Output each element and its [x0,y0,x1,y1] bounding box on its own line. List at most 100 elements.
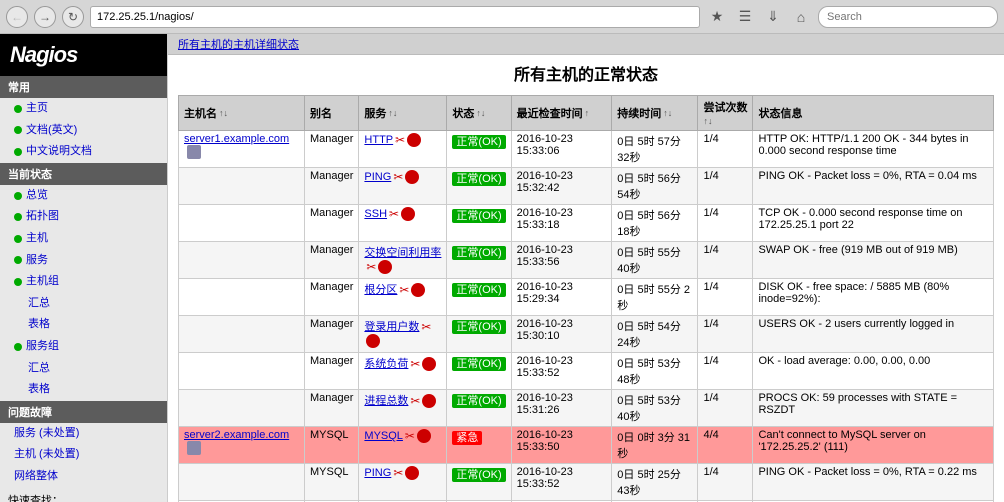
time-cell: 2016-10-23 15:29:34 [511,279,612,316]
service-link[interactable]: SSH [364,208,387,220]
sidebar-item-overview[interactable]: 总览 [0,185,167,207]
time-cell: 2016-10-23 15:33:18 [511,205,612,242]
time-cell: 2016-10-23 15:33:06 [511,131,612,168]
duration-cell: 0日 5时 55分 40秒 [612,242,698,279]
attempts-cell: 1/4 [698,205,753,242]
status-cell: 正常(OK) [447,390,511,427]
col-service[interactable]: 服务 ↑↓ [359,96,447,131]
host-icon [187,441,201,455]
service-link[interactable]: MYSQL [364,430,403,442]
col-alias: 别名 [304,96,358,131]
info-cell: PROCS OK: 59 processes with STATE = RSZD… [753,390,994,427]
tool-icon: ✂ [410,394,420,408]
tool-icon: ✂ [395,133,405,147]
host-link[interactable]: server1.example.com [184,133,289,145]
status-cell: 正常(OK) [447,464,511,501]
sidebar-item-host-problems[interactable]: 主机 (未处置) [0,444,167,466]
sidebar-item-docs-en[interactable]: 文档(英文) [0,120,167,142]
col-status[interactable]: 状态 ↑↓ [447,96,511,131]
service-link[interactable]: PING [364,467,391,479]
service-link[interactable]: 登录用户数 [364,321,419,333]
col-duration[interactable]: 持续时间 ↑↓ [612,96,698,131]
service-link[interactable]: 进程总数 [364,395,408,407]
sidebar-item-hosts[interactable]: 主机 [0,228,167,250]
sidebar-item-servicegroup-table[interactable]: 表格 [0,379,167,401]
sidebar-item-network[interactable]: 网络整体 [0,466,167,488]
page-header-bar: 所有主机的主机详细状态 [168,34,1004,55]
alias-cell: MYSQL [304,427,358,464]
status-cell: 正常(OK) [447,168,511,205]
service-link[interactable]: PING [364,171,391,183]
host-cell [179,168,305,205]
info-cell: Can't connect to MySQL server on '172.25… [753,427,994,464]
sidebar-item-servicegroups[interactable]: 服务组 [0,336,167,358]
sidebar-item-docs-cn[interactable]: 中文说明文档 [0,141,167,163]
nagios-logo: Nagios [0,34,167,76]
col-last-check[interactable]: 最近检查时间 ↑ [511,96,612,131]
host-cell [179,353,305,390]
tool-icon: ✂ [399,283,409,297]
service-link[interactable]: 交换空间利用率 [364,247,441,259]
sidebar-item-service-problems[interactable]: 服务 (未处置) [0,423,167,445]
table-row: MYSQLPING✂正常(OK)2016-10-23 15:33:520日 5时… [179,464,994,501]
back-button[interactable]: ← [6,6,28,28]
bookmark-button[interactable]: ★ [706,6,728,28]
host-link[interactable]: server2.example.com [184,429,289,441]
status-icon [405,466,419,480]
time-cell: 2016-10-23 15:33:50 [511,427,612,464]
sidebar-item-topology[interactable]: 拓扑图 [0,206,167,228]
table-row: Manager交换空间利用率✂正常(OK)2016-10-23 15:33:56… [179,242,994,279]
service-cell: HTTP✂ [359,131,447,168]
sidebar-item-hostgroup-table[interactable]: 表格 [0,314,167,336]
status-dot [14,126,22,134]
sidebar-item-label: 服务 [26,252,48,270]
status-badge: 紧急 [452,431,482,445]
table-row: Manager根分区✂正常(OK)2016-10-23 15:29:340日 5… [179,279,994,316]
status-cell: 正常(OK) [447,131,511,168]
sidebar-item-label: 主机 [26,230,48,248]
tool-icon: ✂ [393,170,403,184]
status-cell: 紧急 [447,427,511,464]
sidebar-item-home[interactable]: 主页 [0,98,167,120]
tool-icon: ✂ [393,466,403,480]
status-icon [378,260,392,274]
duration-cell: 0日 5时 53分 48秒 [612,353,698,390]
reader-button[interactable]: ☰ [734,6,756,28]
status-cell: 正常(OK) [447,242,511,279]
home-button[interactable]: ⌂ [790,6,812,28]
download-button[interactable]: ⇓ [762,6,784,28]
attempts-cell: 1/4 [698,242,753,279]
tool-icon: ✂ [405,429,415,443]
status-badge: 正常(OK) [452,468,505,482]
service-link[interactable]: 系统负荷 [364,358,408,370]
attempts-cell: 1/4 [698,131,753,168]
search-input[interactable] [818,6,998,28]
col-hostname[interactable]: 主机名 ↑↓ [179,96,305,131]
host-detail-link[interactable]: 所有主机的主机详细状态 [178,39,299,51]
sidebar-item-label: 汇总 [28,360,50,378]
time-cell: 2016-10-23 15:33:52 [511,464,612,501]
sidebar: Nagios 常用 主页 文档(英文) 中文说明文档 当前状态 总览 拓扑图 主… [0,34,168,502]
info-cell: TCP OK - 0.000 second response time on 1… [753,205,994,242]
status-icon [411,283,425,297]
host-icon [187,145,201,159]
sidebar-item-hostgroup-summary[interactable]: 汇总 [0,293,167,315]
reload-button[interactable]: ↻ [62,6,84,28]
browser-chrome: ← → ↻ ★ ☰ ⇓ ⌂ [0,0,1004,34]
service-link[interactable]: HTTP [364,134,393,146]
forward-button[interactable]: → [34,6,56,28]
col-info: 状态信息 [753,96,994,131]
status-icon [401,207,415,221]
sidebar-item-servicegroup-summary[interactable]: 汇总 [0,358,167,380]
status-dot [14,278,22,286]
url-bar[interactable] [90,6,700,28]
service-cell: 系统负荷✂ [359,353,447,390]
sidebar-item-hostgroups[interactable]: 主机组 [0,271,167,293]
sidebar-item-services[interactable]: 服务 [0,250,167,272]
status-dot [14,343,22,351]
service-link[interactable]: 根分区 [364,284,397,296]
alias-cell: Manager [304,390,358,427]
sidebar-item-label: 网络整体 [14,468,58,486]
page-layout: Nagios 常用 主页 文档(英文) 中文说明文档 当前状态 总览 拓扑图 主… [0,34,1004,502]
table-row: Manager系统负荷✂正常(OK)2016-10-23 15:33:520日 … [179,353,994,390]
